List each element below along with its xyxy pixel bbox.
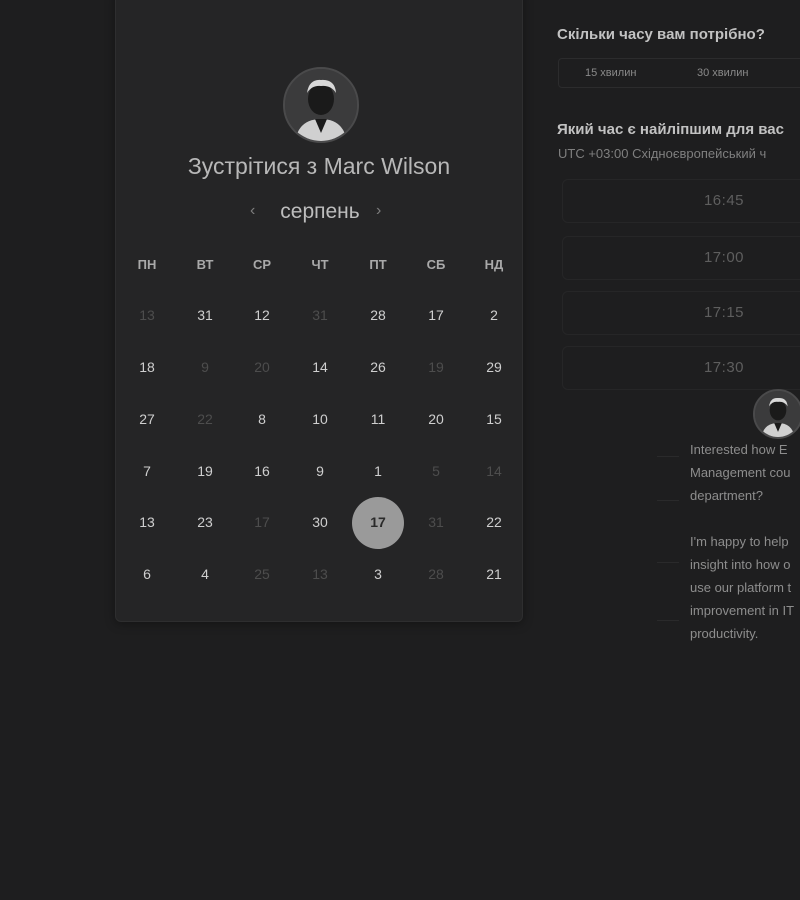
calendar-day: 31 <box>312 307 328 323</box>
message-line: Interested how E <box>690 442 788 457</box>
duration-option-30[interactable]: 30 хвилин <box>697 67 748 79</box>
calendar-day[interactable]: 8 <box>233 411 291 427</box>
calendar-day[interactable]: 29 <box>465 359 523 375</box>
message-line: Management cou <box>690 465 791 480</box>
message-line: I'm happy to help <box>690 534 789 549</box>
host-message-intro: Interested how E Management cou departme… <box>690 438 790 507</box>
divider <box>657 620 679 621</box>
weekday-label: СБ <box>426 257 446 272</box>
weekday-label: НД <box>484 257 504 272</box>
host-avatar <box>283 67 359 143</box>
weekday-label: ЧТ <box>311 257 329 272</box>
time-slot[interactable]: 17:30 <box>562 346 800 390</box>
calendar-day[interactable]: 22 <box>465 514 523 530</box>
calendar-day[interactable]: 3 <box>349 566 407 582</box>
calendar-day[interactable]: 7 <box>118 463 176 479</box>
calendar-day: 31 <box>428 514 444 530</box>
calendar-day: 25 <box>254 566 270 582</box>
weekday-label: ВТ <box>196 257 214 272</box>
divider <box>657 562 679 563</box>
message-line: use our platform t <box>690 580 792 595</box>
calendar-day: 22 <box>197 411 213 427</box>
calendar-day: 19 <box>428 359 444 375</box>
calendar-day[interactable]: 30 <box>291 514 349 530</box>
calendar-day[interactable]: 23 <box>176 514 234 530</box>
calendar-day[interactable]: 1 <box>349 463 407 479</box>
calendar-day: 17 <box>254 514 270 530</box>
calendar-day[interactable]: 14 <box>291 359 349 375</box>
weekday-label: ПН <box>137 257 157 272</box>
weekday-header: ПН ВТ СР ЧТ ПТ СБ НД <box>118 257 523 287</box>
calendar-day[interactable]: 6 <box>118 566 176 582</box>
message-line: improvement in IT <box>690 603 795 618</box>
calendar-day: 5 <box>432 463 440 479</box>
duration-option-15[interactable]: 15 хвилин <box>585 67 636 79</box>
calendar-day: 14 <box>486 463 502 479</box>
calendar-day[interactable]: 28 <box>349 307 407 323</box>
calendar-day[interactable]: 19 <box>176 463 234 479</box>
calendar-day-selected[interactable]: 17 <box>349 514 407 530</box>
time-slot-label: 17:00 <box>703 249 745 266</box>
time-question: Який час є найліпшим для вас <box>557 121 784 138</box>
meeting-title: Зустрітися з Marc Wilson <box>187 153 451 179</box>
calendar-day[interactable]: 26 <box>349 359 407 375</box>
message-line: insight into how o <box>690 557 791 572</box>
weekday-label: ПТ <box>369 257 387 272</box>
message-line: department? <box>690 488 763 503</box>
calendar-day: 28 <box>428 566 444 582</box>
calendar-day[interactable]: 11 <box>349 411 407 427</box>
calendar-day: 13 <box>312 566 328 582</box>
divider <box>657 500 679 501</box>
duration-question: Скільки часу вам потрібно? <box>557 26 765 43</box>
calendar-day[interactable]: 2 <box>465 307 523 323</box>
host-message-body: I'm happy to help insight into how o use… <box>690 530 794 645</box>
time-slot[interactable]: 17:00 <box>562 236 800 280</box>
time-slot-label: 16:45 <box>703 192 745 209</box>
timezone-label[interactable]: UTC +03:00 Східноєвропейський ч <box>558 146 766 161</box>
calendar-day[interactable]: 9 <box>291 463 349 479</box>
calendar-day[interactable]: 13 <box>118 514 176 530</box>
calendar-day: 20 <box>254 359 270 375</box>
calendar-day[interactable]: 10 <box>291 411 349 427</box>
calendar-day[interactable]: 21 <box>465 566 523 582</box>
calendar-day[interactable]: 20 <box>407 411 465 427</box>
calendar-day[interactable]: 17 <box>407 307 465 323</box>
calendar-day: 9 <box>201 359 209 375</box>
calendar-day[interactable]: 27 <box>118 411 176 427</box>
message-avatar <box>753 389 800 439</box>
time-slot-label: 17:30 <box>703 359 745 376</box>
message-line: productivity. <box>690 626 759 641</box>
time-slot-label: 17:15 <box>703 304 745 321</box>
duration-selector: 15 хвилин 30 хвилин <box>558 58 800 88</box>
month-navigation: ‹ серпень › <box>240 200 400 226</box>
divider <box>657 456 679 457</box>
calendar-day[interactable]: 16 <box>233 463 291 479</box>
calendar-day[interactable]: 12 <box>233 307 291 323</box>
time-slot[interactable]: 17:15 <box>562 291 800 335</box>
calendar-day[interactable]: 31 <box>176 307 234 323</box>
calendar-day: 13 <box>139 307 155 323</box>
calendar-day[interactable]: 15 <box>465 411 523 427</box>
time-slot[interactable]: 16:45 <box>562 179 800 223</box>
chevron-right-icon[interactable]: › <box>376 202 381 220</box>
calendar-day[interactable]: 18 <box>118 359 176 375</box>
calendar-day[interactable]: 4 <box>176 566 234 582</box>
weekday-label: СР <box>252 257 272 272</box>
